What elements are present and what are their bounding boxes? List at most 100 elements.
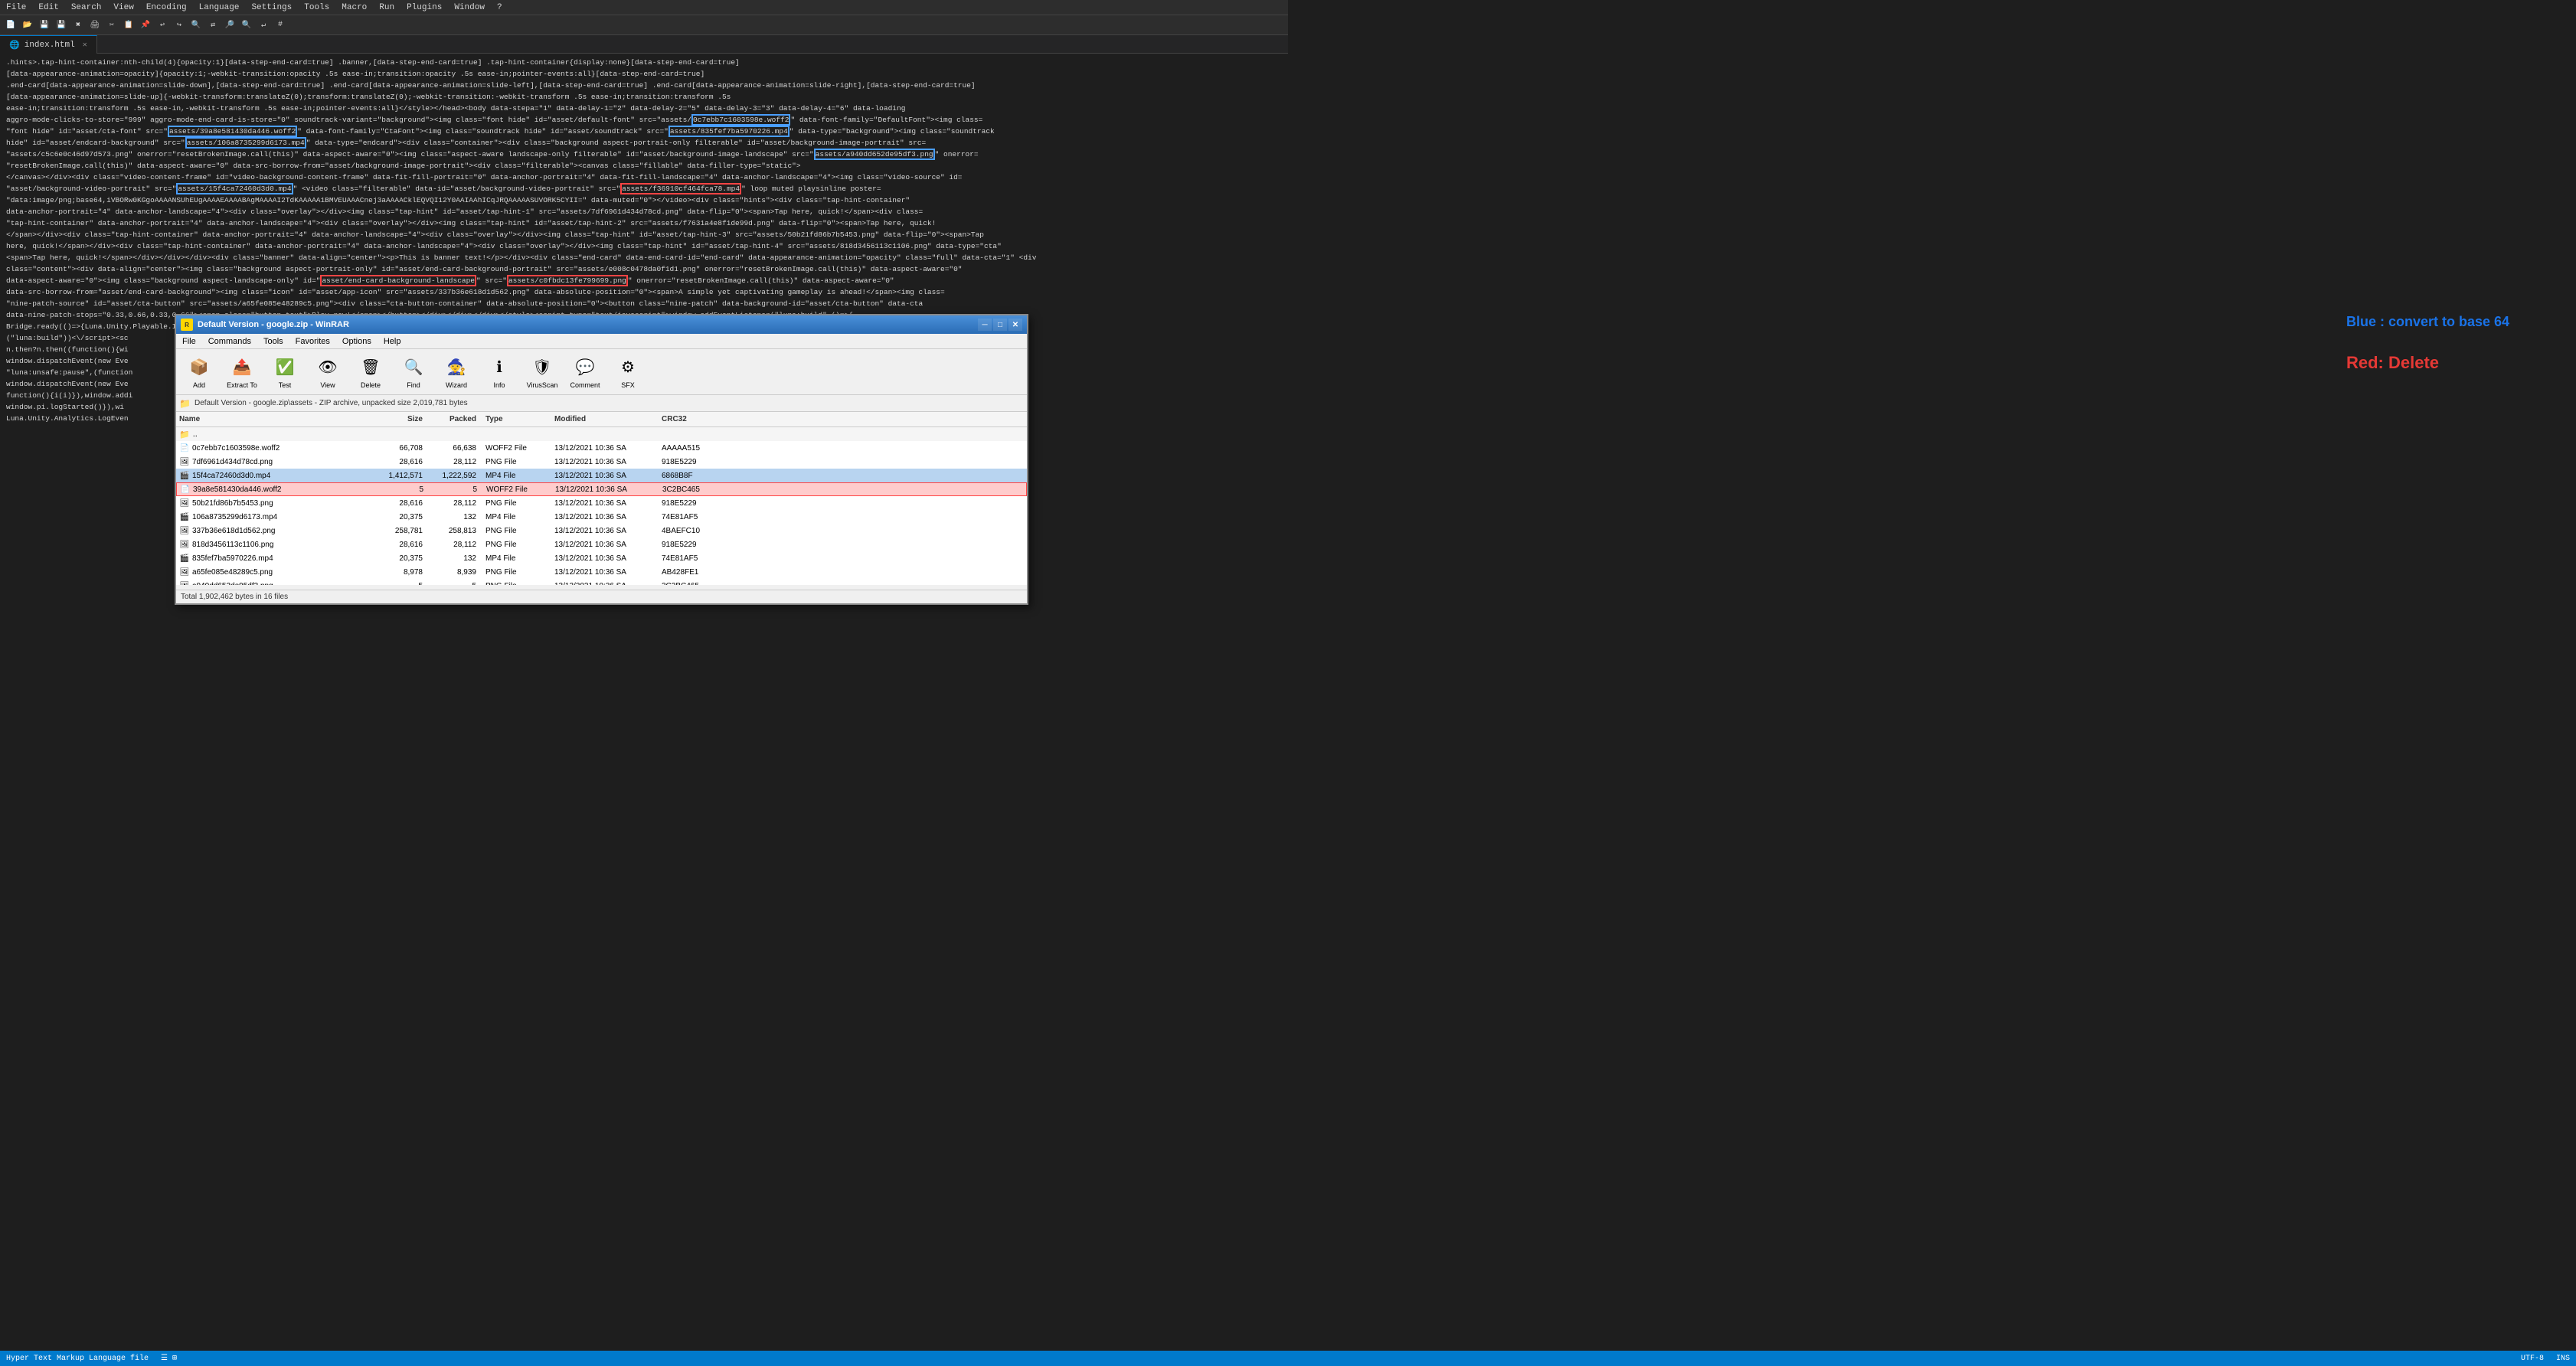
file-packed: 28,112 — [429, 541, 482, 549]
rar-btn-info[interactable]: ℹ Info — [479, 352, 519, 392]
menu-settings[interactable]: Settings — [248, 3, 295, 12]
rar-btn-comment[interactable]: 💬 Comment — [565, 352, 605, 392]
code-line-5: ease-in;transition:transform .5s ease-in… — [6, 103, 1282, 114]
toolbar-replace[interactable]: ⇄ — [205, 18, 221, 33]
annotation-red: Red: Delete — [2346, 353, 2561, 373]
table-row[interactable]: 🖼7df6961d434d78cd.png28,61628,112PNG Fil… — [176, 455, 1027, 469]
menu-help[interactable]: ? — [494, 3, 505, 12]
table-row[interactable]: 🎬835fef7ba5970226.mp420,375132MP4 File13… — [176, 551, 1027, 565]
menu-search[interactable]: Search — [68, 3, 105, 12]
menu-edit[interactable]: Edit — [35, 3, 61, 12]
col-header-type[interactable]: Type — [482, 415, 551, 423]
rar-btn-view[interactable]: 👁 View — [308, 352, 348, 392]
parent-folder-row[interactable]: 📁.. — [176, 427, 1027, 441]
menu-language[interactable]: Language — [196, 3, 243, 12]
file-packed: 1,222,592 — [429, 472, 482, 480]
rar-btn-delete[interactable]: 🗑 Delete — [351, 352, 391, 392]
toolbar-open[interactable]: 📂 — [20, 18, 35, 33]
toolbar-linenumbers[interactable]: # — [273, 18, 288, 33]
file-size: 5 — [376, 485, 430, 494]
toolbar-redo[interactable]: ↪ — [172, 18, 187, 33]
col-header-modified[interactable]: Modified — [551, 415, 659, 423]
tab-index-html[interactable]: 🌐 index.html ✕ — [0, 35, 97, 54]
winrar-menu-tools[interactable]: Tools — [257, 334, 289, 349]
toolbar-print[interactable]: 🖨 — [87, 18, 103, 33]
toolbar-undo[interactable]: ↩ — [155, 18, 170, 33]
test-icon: ✅ — [273, 355, 297, 380]
code-line-4: [data-appearance-animation=slide-up]{-we… — [6, 91, 1282, 103]
table-row[interactable]: 🎬15f4ca72460d3d0.mp41,412,5711,222,592MP… — [176, 469, 1027, 482]
table-row[interactable]: 🖼818d3456113c1106.png28,61628,112PNG Fil… — [176, 538, 1027, 551]
col-header-packed[interactable]: Packed — [429, 415, 482, 423]
code-line-12: "asset/background-video-portrait" src="a… — [6, 183, 1282, 194]
table-row[interactable]: 📄0c7ebb7c1603598e.woff266,70866,638WOFF2… — [176, 441, 1027, 455]
toolbar-copy[interactable]: 📋 — [121, 18, 136, 33]
menu-run[interactable]: Run — [376, 3, 397, 12]
rar-btn-add[interactable]: 📦 Add — [179, 352, 219, 392]
winrar-menu-file[interactable]: File — [176, 334, 202, 349]
toolbar-find[interactable]: 🔍 — [188, 18, 204, 33]
tab-close-btn[interactable]: ✕ — [83, 41, 87, 50]
table-row[interactable]: 🖼50b21fd86b7b5453.png28,61628,112PNG Fil… — [176, 496, 1027, 510]
winrar-menu-options[interactable]: Options — [336, 334, 378, 349]
window-controls: ─ □ ✕ — [978, 319, 1022, 331]
filelist-header: Name Size Packed Type Modified CRC32 — [176, 412, 1027, 427]
toolbar-wordwrap[interactable]: ↵ — [256, 18, 271, 33]
winrar-menu-help[interactable]: Help — [378, 334, 407, 349]
rar-btn-extract[interactable]: 📤 Extract To — [222, 352, 262, 392]
file-packed: 132 — [429, 554, 482, 563]
toolbar-saveall[interactable]: 💾 — [54, 18, 69, 33]
rar-btn-test[interactable]: ✅ Test — [265, 352, 305, 392]
menu-macro[interactable]: Macro — [338, 3, 370, 12]
toolbar-zoomout[interactable]: 🔍 — [239, 18, 254, 33]
close-button[interactable]: ✕ — [1008, 319, 1022, 331]
menu-file[interactable]: File — [3, 3, 29, 12]
wizard-icon: 🧙 — [444, 355, 469, 380]
tab-label: index.html — [25, 41, 75, 50]
info-icon: ℹ — [487, 355, 512, 380]
toolbar-cut[interactable]: ✂ — [104, 18, 119, 33]
file-icon: 🎬 — [179, 553, 190, 564]
menu-view[interactable]: View — [110, 3, 136, 12]
file-name: 337b36e618d1d562.png — [192, 527, 275, 535]
rar-btn-wizard[interactable]: 🧙 Wizard — [436, 352, 476, 392]
menu-tools[interactable]: Tools — [301, 3, 332, 12]
toolbar-zoomin[interactable]: 🔎 — [222, 18, 237, 33]
file-crc32: AAAAA515 — [659, 444, 720, 453]
file-type: MP4 File — [482, 472, 551, 480]
file-packed: 5 — [429, 582, 482, 586]
file-modified: 13/12/2021 10:36 SA — [551, 541, 659, 549]
rar-btn-wizard-label: Wizard — [446, 381, 467, 389]
rar-btn-virusscan-label: VirusScan — [527, 381, 558, 389]
table-row[interactable]: 🖼a940dd652de95df3.png55PNG File13/12/202… — [176, 579, 1027, 585]
toolbar-save[interactable]: 💾 — [37, 18, 52, 33]
col-header-size[interactable]: Size — [375, 415, 429, 423]
col-header-crc32[interactable]: CRC32 — [659, 415, 720, 423]
file-icon: 🎬 — [179, 470, 190, 481]
table-row[interactable]: 🎬106a8735299d6173.mp420,375132MP4 File13… — [176, 510, 1027, 524]
toolbar-new[interactable]: 📄 — [3, 18, 18, 33]
winrar-menu-commands[interactable]: Commands — [202, 334, 257, 349]
toolbar-paste[interactable]: 📌 — [138, 18, 153, 33]
winrar-menu-favorites[interactable]: Favorites — [289, 334, 336, 349]
winrar-filelist[interactable]: Name Size Packed Type Modified CRC32 📁..… — [176, 412, 1027, 585]
menu-plugins[interactable]: Plugins — [404, 3, 445, 12]
menu-window[interactable]: Window — [451, 3, 488, 12]
address-text: Default Version - google.zip\assets - ZI… — [195, 399, 1024, 407]
rar-btn-virusscan[interactable]: 🛡 VirusScan — [522, 352, 562, 392]
col-header-name[interactable]: Name — [176, 415, 375, 423]
rar-btn-find[interactable]: 🔍 Find — [394, 352, 433, 392]
file-name: a940dd652de95df3.png — [192, 582, 273, 586]
file-size: 28,616 — [375, 458, 429, 466]
file-name: 818d3456113c1106.png — [192, 541, 273, 549]
table-row[interactable]: 📄39a8e581430da446.woff255WOFF2 File13/12… — [176, 482, 1027, 496]
toolbar-close[interactable]: ✖ — [70, 18, 86, 33]
rar-btn-sfx[interactable]: ⚙ SFX — [608, 352, 648, 392]
table-row[interactable]: 🖼a65fe085e48289c5.png8,9788,939PNG File1… — [176, 565, 1027, 579]
file-crc32: 918E5229 — [659, 499, 720, 508]
menu-encoding[interactable]: Encoding — [143, 3, 190, 12]
file-icon: 🖼 — [179, 567, 190, 577]
restore-button[interactable]: □ — [993, 319, 1007, 331]
minimize-button[interactable]: ─ — [978, 319, 992, 331]
table-row[interactable]: 🖼337b36e618d1d562.png258,781258,813PNG F… — [176, 524, 1027, 538]
